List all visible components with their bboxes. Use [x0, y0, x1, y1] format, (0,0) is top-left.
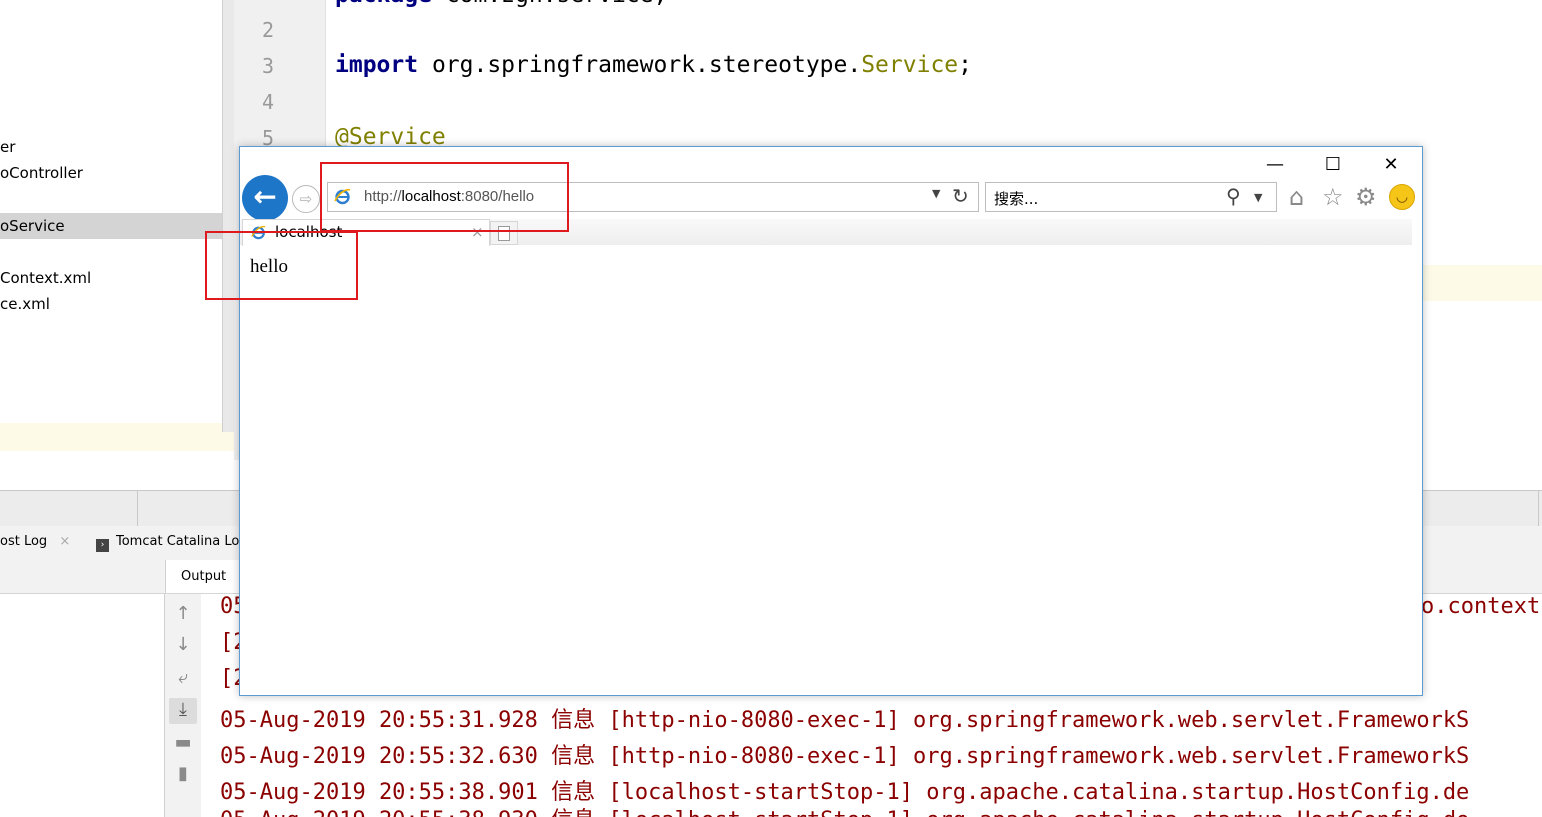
- maximize-button[interactable]: ☐: [1310, 153, 1356, 177]
- keyword: package: [335, 0, 432, 8]
- arrow-left-icon: ←: [253, 180, 277, 213]
- code-text: com.zgh.service;: [432, 0, 668, 8]
- console-side-panel: [0, 594, 164, 817]
- code-text: org.springframework.stereotype.: [418, 52, 862, 78]
- close-button[interactable]: ✕: [1368, 153, 1414, 177]
- log-line: 05-Aug-2019 20:55:31.928 信息 [http-nio-80…: [220, 708, 1470, 733]
- line-number: 2: [261, 18, 274, 42]
- feedback-smiley-icon[interactable]: ◡: [1389, 184, 1415, 210]
- search-icon[interactable]: ⚲: [1226, 184, 1241, 208]
- log-line: 05-Aug-2019 20:55:38.930 信息 [localhost-s…: [220, 802, 1469, 817]
- search-placeholder: 搜索...: [994, 190, 1039, 208]
- tab-label: ost Log: [0, 534, 48, 549]
- home-icon[interactable]: ⌂: [1289, 183, 1304, 211]
- refresh-icon[interactable]: ↻: [952, 184, 969, 208]
- star-icon[interactable]: ☆: [1322, 183, 1344, 211]
- trash-icon[interactable]: ▮: [173, 764, 193, 784]
- chevron-down-icon[interactable]: ▼: [932, 187, 940, 200]
- log-line-fragment: o.context: [1421, 594, 1541, 619]
- gear-icon[interactable]: ⚙: [1355, 183, 1377, 211]
- log-line: 05-Aug-2019 20:55:32.630 信息 [http-nio-80…: [220, 744, 1470, 769]
- arrow-right-icon: ⇨: [299, 190, 313, 208]
- print-icon[interactable]: ▬: [173, 733, 193, 753]
- arrow-down-icon[interactable]: ↓: [173, 635, 193, 655]
- back-button[interactable]: ←: [242, 175, 288, 221]
- arrow-up-icon[interactable]: ↑: [173, 604, 193, 624]
- code-text: ;: [958, 52, 972, 78]
- divider: [1538, 490, 1539, 526]
- chevron-down-icon[interactable]: ▼: [1254, 191, 1262, 204]
- divider: [137, 490, 138, 526]
- project-tree: er oController oService Context.xml ce.x…: [0, 0, 234, 490]
- console-icon: ›: [96, 539, 109, 552]
- annotation-box-content: [205, 231, 358, 300]
- editor-caret-row-highlight: [1420, 265, 1542, 301]
- tree-item-context-xml[interactable]: Context.xml: [0, 269, 91, 287]
- code-line-package: package com.zgh.service;: [335, 0, 667, 8]
- tab-output[interactable]: Output: [165, 560, 240, 593]
- tab-label: Tomcat Catalina Log: [116, 534, 248, 549]
- code-line-import: import org.springframework.stereotype.Se…: [335, 52, 972, 78]
- tree-item-service[interactable]: oService: [0, 217, 65, 235]
- tree-item-xml[interactable]: ce.xml: [0, 295, 50, 313]
- close-icon[interactable]: ×: [59, 534, 70, 549]
- class-name: Service: [861, 52, 959, 78]
- tab-tomcat-catalina-log[interactable]: › Tomcat Catalina Log: [96, 534, 248, 552]
- annotation-box-url: [320, 162, 569, 232]
- scroll-to-end-icon[interactable]: ⤓: [173, 700, 193, 720]
- tree-row-highlight: [0, 423, 234, 451]
- tab-label: Output: [181, 569, 227, 584]
- soft-wrap-icon[interactable]: ⤶: [173, 668, 193, 688]
- line-number: 4: [261, 90, 274, 114]
- line-number: 3: [261, 54, 274, 78]
- forward-button[interactable]: ⇨: [292, 185, 320, 213]
- minimize-button[interactable]: —: [1252, 153, 1298, 177]
- page-content: hello: [240, 246, 1422, 695]
- tree-item-controller[interactable]: oController: [0, 164, 83, 182]
- keyword: import: [335, 52, 419, 78]
- search-input[interactable]: 搜索... ⚲ ▼: [985, 182, 1277, 212]
- tree-item[interactable]: er: [0, 138, 15, 156]
- tab-host-log[interactable]: ost Log ×: [0, 534, 70, 549]
- console-toolbar: ↑ ↓ ⤶ ⤓ ▬ ▮: [164, 594, 202, 817]
